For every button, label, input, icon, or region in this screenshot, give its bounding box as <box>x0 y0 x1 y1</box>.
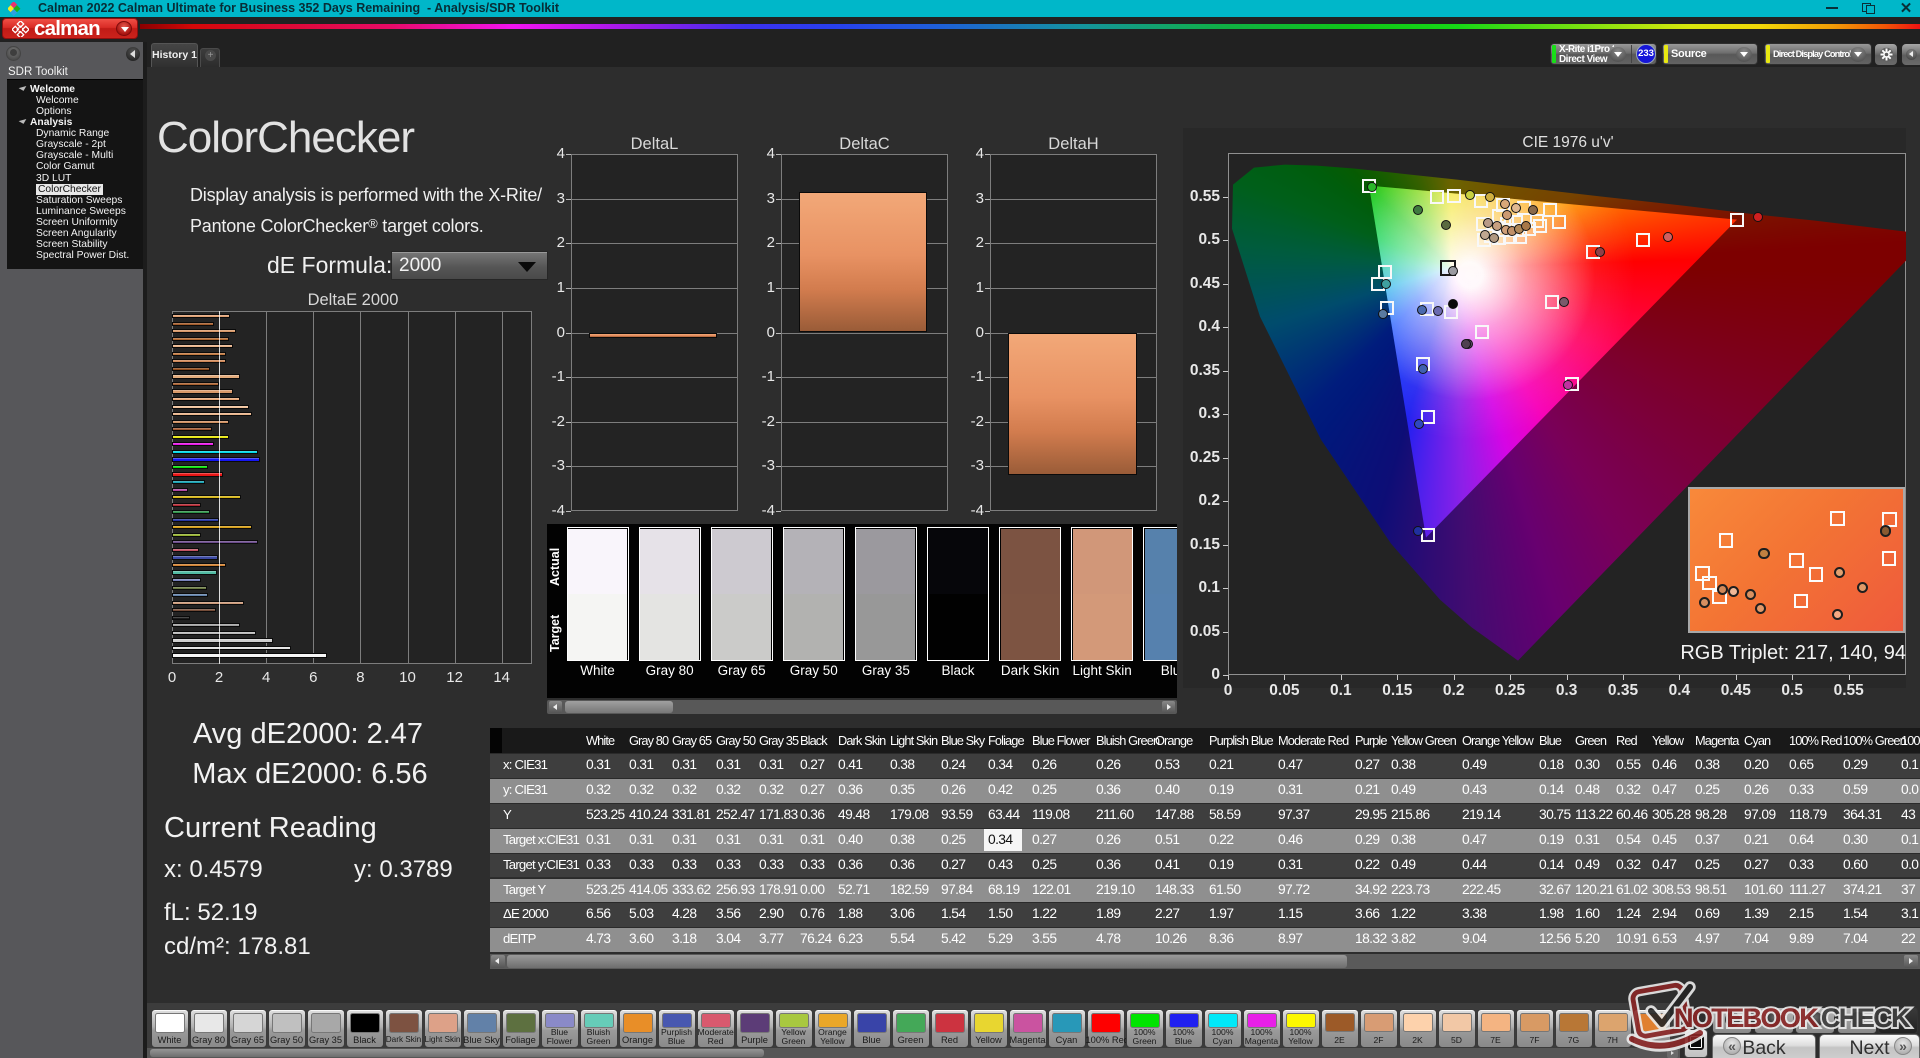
svg-text:NOTEBOOK: NOTEBOOK <box>1674 1003 1819 1033</box>
svg-text:CHECK: CHECK <box>1821 1003 1911 1033</box>
